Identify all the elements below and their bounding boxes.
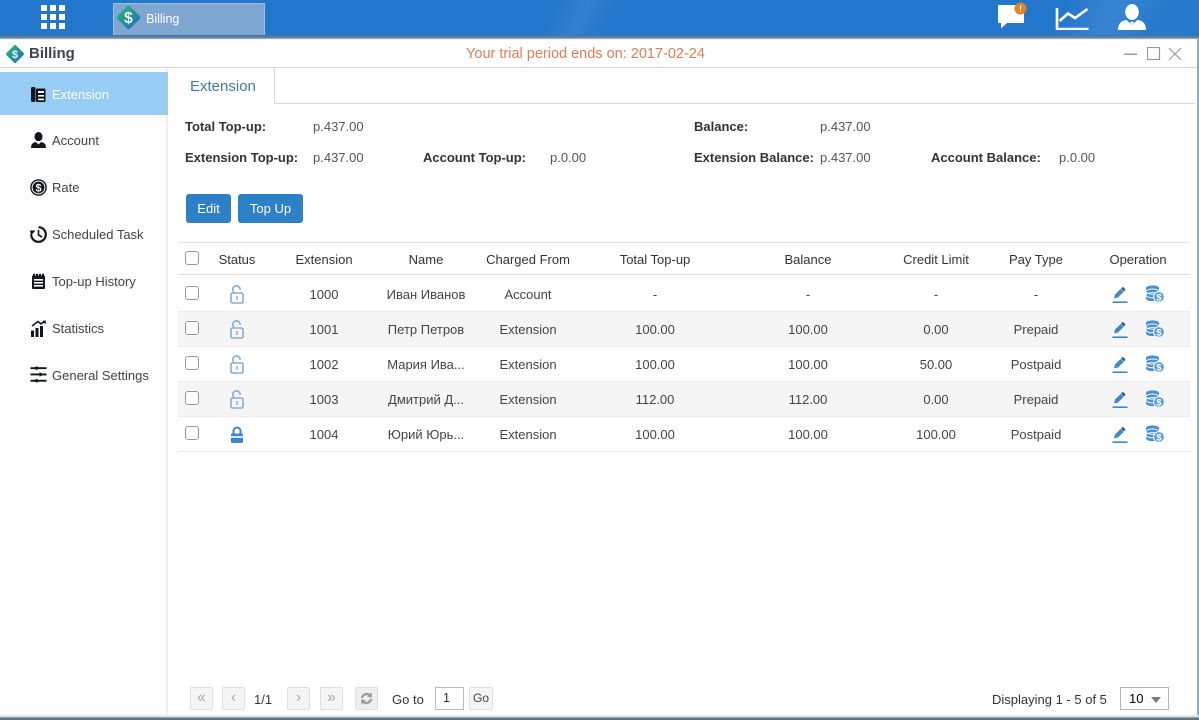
svg-text:$: $ [124,10,133,27]
svg-text:$: $ [35,183,41,195]
svg-text:!: ! [1019,4,1022,14]
